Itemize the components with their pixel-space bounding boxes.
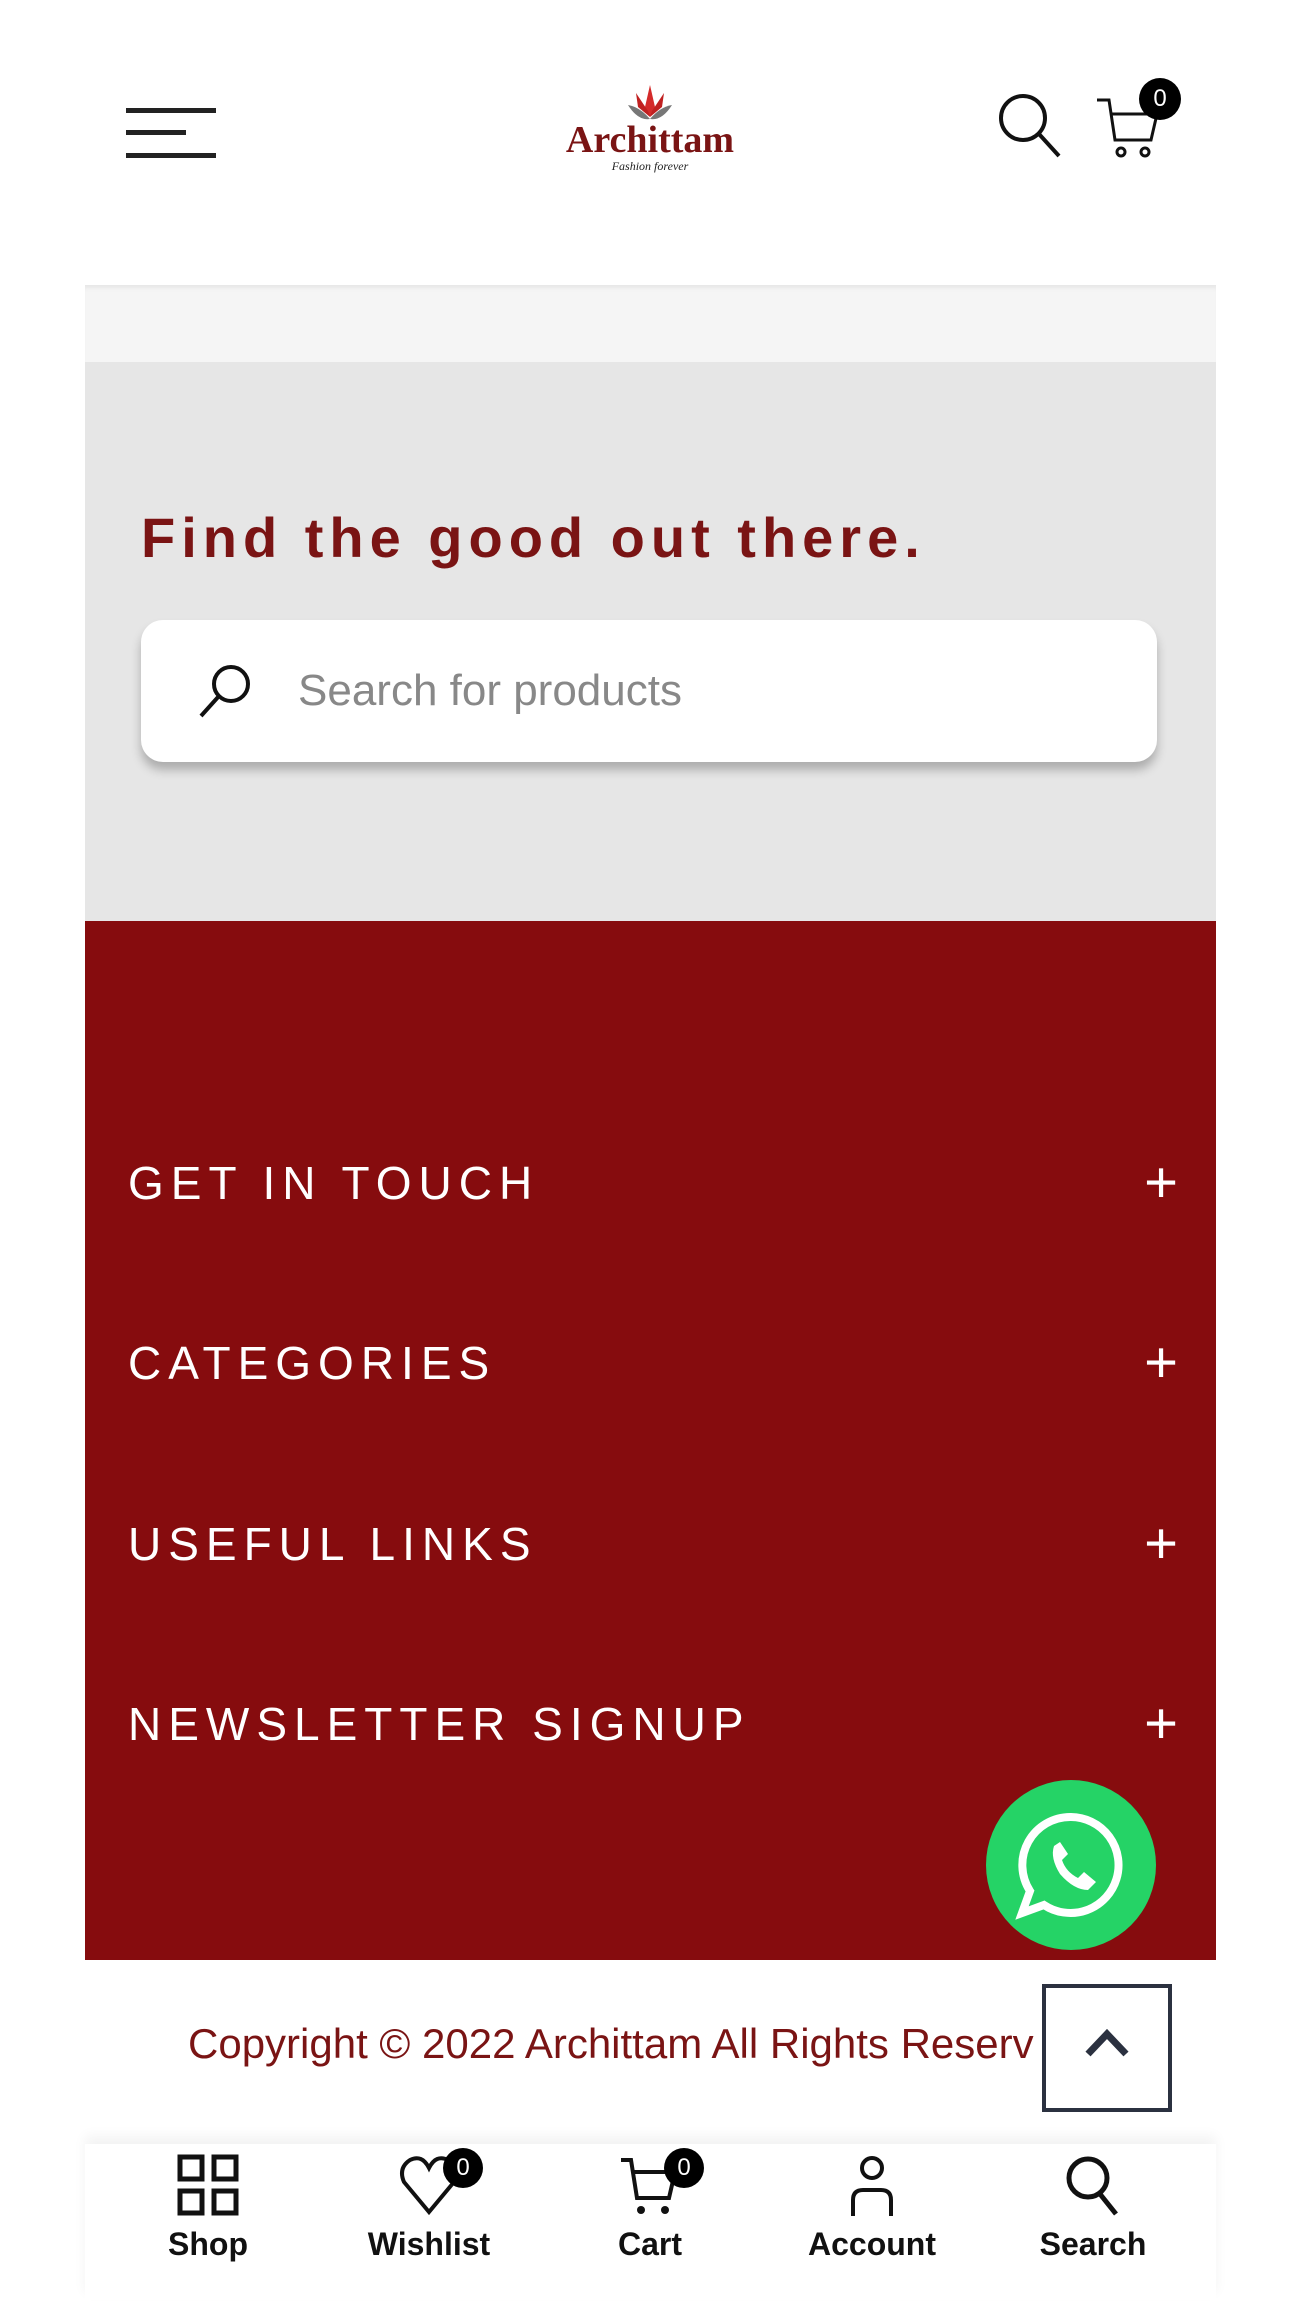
nav-cart[interactable]: 0 Cart xyxy=(570,2148,730,2294)
nav-label: Cart xyxy=(617,2226,682,2262)
cart-count-badge: 0 xyxy=(664,2148,704,2188)
logo[interactable]: Archittam Fashion forever xyxy=(540,85,760,185)
wishlist-count-badge: 0 xyxy=(443,2148,483,2188)
search-input[interactable] xyxy=(296,658,1120,724)
header-search-icon[interactable] xyxy=(995,92,1065,162)
header-cart-icon[interactable]: 0 xyxy=(1095,78,1181,162)
footer-section-useful-links[interactable]: USEFUL LINKS + xyxy=(128,1494,1178,1594)
footer-section-newsletter-signup[interactable]: NEWSLETTER SIGNUP + xyxy=(128,1674,1178,1774)
plus-icon[interactable]: + xyxy=(1144,1133,1178,1233)
whatsapp-icon xyxy=(1015,1812,1123,1920)
section-label: USEFUL LINKS xyxy=(128,1518,538,1570)
plus-icon[interactable]: + xyxy=(1144,1674,1178,1774)
nav-wishlist[interactable]: 0 Wishlist xyxy=(349,2148,509,2294)
cart-count-badge: 0 xyxy=(1139,78,1181,120)
section-label: NEWSLETTER SIGNUP xyxy=(128,1698,751,1750)
plus-icon[interactable]: + xyxy=(1144,1313,1178,1413)
lotus-logo-icon xyxy=(628,85,672,120)
user-icon xyxy=(851,2156,893,2216)
grid-icon xyxy=(177,2154,239,2216)
nav-label: Shop xyxy=(168,2226,248,2262)
nav-label: Account xyxy=(808,2226,936,2262)
nav-search[interactable]: Search xyxy=(1013,2154,1173,2294)
site-header: Archittam Fashion forever 0 xyxy=(0,0,1296,285)
search-tagline: Find the good out there. xyxy=(141,506,926,569)
nav-account[interactable]: Account xyxy=(792,2154,952,2294)
section-label: GET IN TOUCH xyxy=(128,1157,540,1209)
search-box[interactable] xyxy=(141,620,1157,762)
search-icon xyxy=(199,665,250,718)
logo-tagline: Fashion forever xyxy=(611,159,689,173)
logo-text: Archittam xyxy=(565,119,735,161)
chevron-up-icon xyxy=(1085,2028,1129,2057)
footer-section-get-in-touch[interactable]: GET IN TOUCH + xyxy=(128,1133,1178,1233)
section-label: CATEGORIES xyxy=(128,1337,497,1389)
back-to-top-button[interactable] xyxy=(1042,1984,1172,2112)
footer-section-categories[interactable]: CATEGORIES + xyxy=(128,1313,1178,1413)
whatsapp-button[interactable] xyxy=(986,1780,1156,1950)
nav-label: Search xyxy=(1039,2226,1147,2262)
search-icon xyxy=(1066,2156,1118,2216)
hamburger-menu-icon[interactable] xyxy=(126,108,216,158)
nav-label: Wishlist xyxy=(367,2226,491,2262)
spacer-strip xyxy=(85,285,1216,362)
copyright-text: Copyright © 2022 Archittam All Rights Re… xyxy=(188,2020,1034,2067)
nav-shop[interactable]: Shop xyxy=(128,2154,288,2294)
plus-icon[interactable]: + xyxy=(1144,1494,1178,1594)
bottom-nav: Shop 0 Wishlist 0 Cart Account Search xyxy=(85,2144,1216,2300)
